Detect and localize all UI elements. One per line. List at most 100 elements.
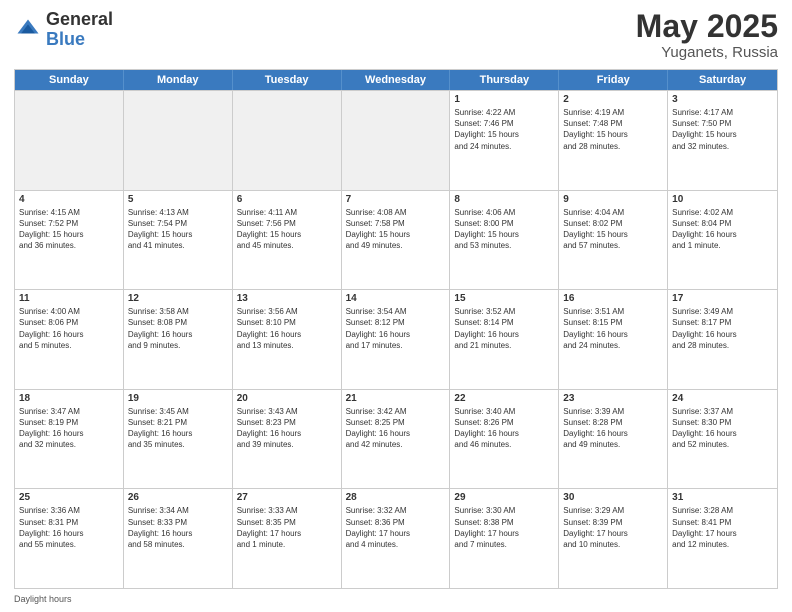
calendar-week-3: 11 Sunrise: 4:00 AM Sunset: 8:06 PM Dayli… [15, 289, 777, 389]
day-info: Sunrise: 3:36 AM Sunset: 8:31 PM Dayligh… [19, 505, 119, 550]
calendar: SundayMondayTuesdayWednesdayThursdayFrid… [14, 69, 778, 589]
calendar-week-2: 4Sunrise: 4:15 AM Sunset: 7:52 PM Daylig… [15, 190, 777, 290]
day-number: 8 [454, 194, 554, 205]
calendar-empty-cell [233, 91, 342, 190]
day-number: 31 [672, 492, 773, 503]
footer: Daylight hours [14, 594, 778, 604]
day-of-week-monday: Monday [124, 70, 233, 90]
calendar-day-13: 13 Sunrise: 3:56 AM Sunset: 8:10 PM Dayli… [233, 290, 342, 389]
header: General Blue May 2025 Yuganets, Russia [14, 10, 778, 61]
calendar-day-2: 2 Sunrise: 4:19 AM Sunset: 7:48 PM Daylig… [559, 91, 668, 190]
day-number: 13 [237, 293, 337, 304]
day-number: 7 [346, 194, 446, 205]
day-info: Sunrise: 3:54 AM Sunset: 8:12 PM Dayligh… [346, 306, 446, 351]
calendar-week-1: 1 Sunrise: 4:22 AM Sunset: 7:46 PM Daylig… [15, 90, 777, 190]
day-number: 19 [128, 393, 228, 404]
day-info: Sunrise: 4:11 AM Sunset: 7:56 PM Dayligh… [237, 207, 337, 252]
day-number: 29 [454, 492, 554, 503]
calendar-day-31: 31 Sunrise: 3:28 AM Sunset: 8:41 PM Dayli… [668, 489, 777, 588]
day-info: Sunrise: 3:34 AM Sunset: 8:33 PM Dayligh… [128, 505, 228, 550]
calendar-empty-cell [124, 91, 233, 190]
calendar-day-18: 18 Sunrise: 3:47 AM Sunset: 8:19 PM Dayli… [15, 390, 124, 489]
calendar-day-7: 7 Sunrise: 4:08 AM Sunset: 7:58 PM Daylig… [342, 191, 451, 290]
title-location: Yuganets, Russia [636, 44, 778, 61]
day-info: Sunrise: 4:04 AM Sunset: 8:02 PM Dayligh… [563, 207, 663, 252]
day-number: 28 [346, 492, 446, 503]
day-info: Sunrise: 4:15 AM Sunset: 7:52 PM Dayligh… [19, 207, 119, 252]
day-number: 22 [454, 393, 554, 404]
calendar-day-4: 4Sunrise: 4:15 AM Sunset: 7:52 PM Daylig… [15, 191, 124, 290]
day-info: Sunrise: 4:19 AM Sunset: 7:48 PM Dayligh… [563, 107, 663, 152]
day-of-week-sunday: Sunday [15, 70, 124, 90]
day-info: Sunrise: 3:42 AM Sunset: 8:25 PM Dayligh… [346, 406, 446, 451]
calendar-day-30: 30Sunrise: 3:29 AM Sunset: 8:39 PM Dayli… [559, 489, 668, 588]
day-info: Sunrise: 3:32 AM Sunset: 8:36 PM Dayligh… [346, 505, 446, 550]
calendar-day-25: 25 Sunrise: 3:36 AM Sunset: 8:31 PM Dayli… [15, 489, 124, 588]
calendar-empty-cell [342, 91, 451, 190]
day-of-week-saturday: Saturday [668, 70, 777, 90]
day-info: Sunrise: 4:13 AM Sunset: 7:54 PM Dayligh… [128, 207, 228, 252]
day-of-week-wednesday: Wednesday [342, 70, 451, 90]
calendar-empty-cell [15, 91, 124, 190]
day-of-week-tuesday: Tuesday [233, 70, 342, 90]
day-info: Sunrise: 3:37 AM Sunset: 8:30 PM Dayligh… [672, 406, 773, 451]
title-block: May 2025 Yuganets, Russia [636, 10, 778, 61]
day-of-week-thursday: Thursday [450, 70, 559, 90]
day-info: Sunrise: 3:30 AM Sunset: 8:38 PM Dayligh… [454, 505, 554, 550]
calendar-day-6: 6Sunrise: 4:11 AM Sunset: 7:56 PM Daylig… [233, 191, 342, 290]
calendar-day-17: 17Sunrise: 3:49 AM Sunset: 8:17 PM Dayli… [668, 290, 777, 389]
day-number: 18 [19, 393, 119, 404]
day-info: Sunrise: 3:43 AM Sunset: 8:23 PM Dayligh… [237, 406, 337, 451]
calendar-day-10: 10 Sunrise: 4:02 AM Sunset: 8:04 PM Dayli… [668, 191, 777, 290]
day-number: 24 [672, 393, 773, 404]
day-number: 2 [563, 94, 663, 105]
day-info: Sunrise: 4:00 AM Sunset: 8:06 PM Dayligh… [19, 306, 119, 351]
page: General Blue May 2025 Yuganets, Russia S… [0, 0, 792, 612]
day-info: Sunrise: 3:45 AM Sunset: 8:21 PM Dayligh… [128, 406, 228, 451]
calendar-day-14: 14 Sunrise: 3:54 AM Sunset: 8:12 PM Dayli… [342, 290, 451, 389]
day-number: 1 [454, 94, 554, 105]
day-info: Sunrise: 3:47 AM Sunset: 8:19 PM Dayligh… [19, 406, 119, 451]
day-info: Sunrise: 3:28 AM Sunset: 8:41 PM Dayligh… [672, 505, 773, 550]
day-number: 15 [454, 293, 554, 304]
day-number: 3 [672, 94, 773, 105]
logo-blue-text: Blue [46, 30, 113, 50]
day-number: 20 [237, 393, 337, 404]
day-number: 14 [346, 293, 446, 304]
logo-icon [14, 16, 42, 44]
day-number: 11 [19, 293, 119, 304]
calendar-day-12: 12Sunrise: 3:58 AM Sunset: 8:08 PM Dayli… [124, 290, 233, 389]
day-number: 16 [563, 293, 663, 304]
day-info: Sunrise: 4:22 AM Sunset: 7:46 PM Dayligh… [454, 107, 554, 152]
calendar-day-16: 16 Sunrise: 3:51 AM Sunset: 8:15 PM Dayli… [559, 290, 668, 389]
calendar-day-8: 8 Sunrise: 4:06 AM Sunset: 8:00 PM Daylig… [450, 191, 559, 290]
calendar-day-29: 29 Sunrise: 3:30 AM Sunset: 8:38 PM Dayli… [450, 489, 559, 588]
day-number: 17 [672, 293, 773, 304]
day-number: 25 [19, 492, 119, 503]
calendar-day-5: 5Sunrise: 4:13 AM Sunset: 7:54 PM Daylig… [124, 191, 233, 290]
calendar-day-20: 20 Sunrise: 3:43 AM Sunset: 8:23 PM Dayli… [233, 390, 342, 489]
day-info: Sunrise: 3:33 AM Sunset: 8:35 PM Dayligh… [237, 505, 337, 550]
day-number: 12 [128, 293, 228, 304]
day-info: Sunrise: 4:02 AM Sunset: 8:04 PM Dayligh… [672, 207, 773, 252]
day-number: 23 [563, 393, 663, 404]
day-number: 10 [672, 194, 773, 205]
day-info: Sunrise: 4:08 AM Sunset: 7:58 PM Dayligh… [346, 207, 446, 252]
calendar-day-9: 9Sunrise: 4:04 AM Sunset: 8:02 PM Daylig… [559, 191, 668, 290]
day-info: Sunrise: 3:52 AM Sunset: 8:14 PM Dayligh… [454, 306, 554, 351]
calendar-day-24: 24 Sunrise: 3:37 AM Sunset: 8:30 PM Dayli… [668, 390, 777, 489]
calendar-day-28: 28 Sunrise: 3:32 AM Sunset: 8:36 PM Dayli… [342, 489, 451, 588]
calendar-day-3: 3Sunrise: 4:17 AM Sunset: 7:50 PM Daylig… [668, 91, 777, 190]
day-number: 30 [563, 492, 663, 503]
day-info: Sunrise: 3:51 AM Sunset: 8:15 PM Dayligh… [563, 306, 663, 351]
calendar-day-1: 1 Sunrise: 4:22 AM Sunset: 7:46 PM Daylig… [450, 91, 559, 190]
calendar-day-19: 19 Sunrise: 3:45 AM Sunset: 8:21 PM Dayli… [124, 390, 233, 489]
day-number: 21 [346, 393, 446, 404]
calendar-day-27: 27Sunrise: 3:33 AM Sunset: 8:35 PM Dayli… [233, 489, 342, 588]
day-info: Sunrise: 3:56 AM Sunset: 8:10 PM Dayligh… [237, 306, 337, 351]
calendar-body: 1 Sunrise: 4:22 AM Sunset: 7:46 PM Daylig… [15, 90, 777, 588]
calendar-day-26: 26Sunrise: 3:34 AM Sunset: 8:33 PM Dayli… [124, 489, 233, 588]
calendar-week-5: 25 Sunrise: 3:36 AM Sunset: 8:31 PM Dayli… [15, 488, 777, 588]
day-info: Sunrise: 4:06 AM Sunset: 8:00 PM Dayligh… [454, 207, 554, 252]
logo-general-text: General [46, 10, 113, 30]
